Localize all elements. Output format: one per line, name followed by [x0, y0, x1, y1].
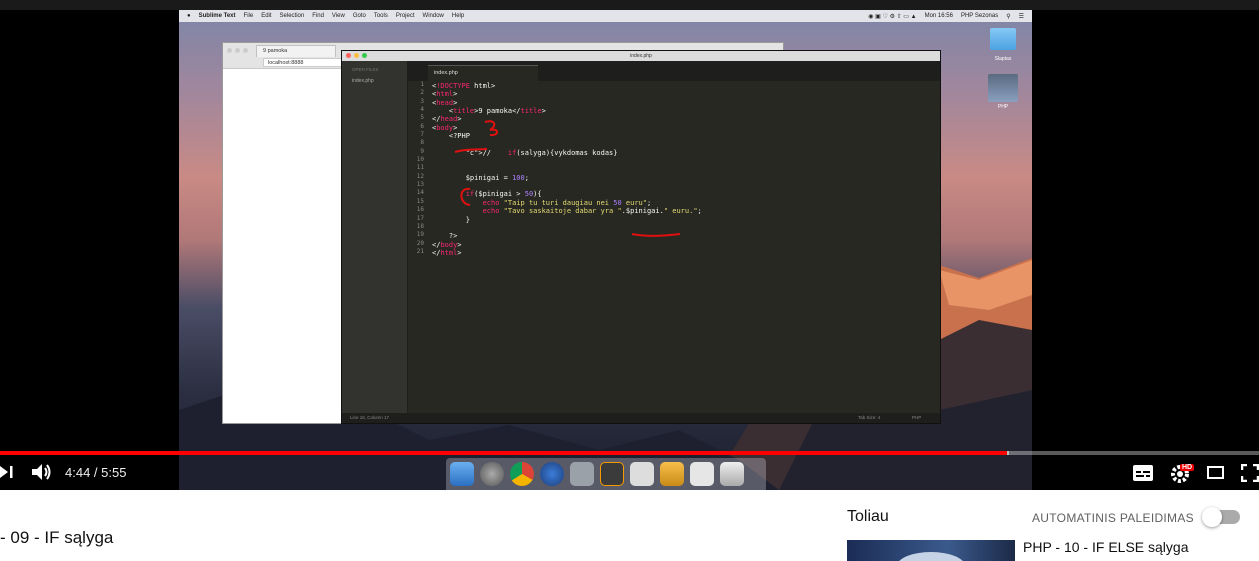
hd-badge: HD: [1180, 464, 1195, 471]
menu-goto[interactable]: Goto: [353, 13, 366, 19]
next-video-title[interactable]: PHP - 10 - IF ELSE sąlyga: [1023, 539, 1188, 555]
menu-clock: Mon 16:56: [924, 13, 953, 19]
autoplay-label: AUTOMATINIS PALEIDIMAS: [1032, 511, 1194, 525]
apple-icon[interactable]: ●: [187, 13, 191, 19]
progress-bar[interactable]: [0, 451, 1259, 455]
volume-icon[interactable]: [31, 462, 53, 482]
video-frame-desktop: ● Sublime Text File Edit Selection Find …: [179, 10, 1032, 490]
next-icon[interactable]: [0, 464, 14, 480]
menu-app-name[interactable]: Sublime Text: [199, 13, 236, 19]
video-title: - 09 - IF sąlyga: [0, 528, 114, 547]
sublime-text-window: index.php OPEN FILES index.php index.php…: [341, 50, 941, 424]
menu-user[interactable]: PHP Sezonas: [961, 13, 998, 19]
up-next-label: Toliau: [847, 508, 889, 525]
browser-tab-title: 9 pamoka: [263, 48, 288, 54]
time-display: 4:44 / 5:55: [65, 465, 127, 480]
next-video-thumbnail[interactable]: [847, 540, 1015, 561]
top-strip: [0, 0, 1259, 10]
list-icon[interactable]: ☰: [1019, 13, 1024, 20]
search-icon[interactable]: ⚲: [1006, 13, 1010, 20]
address-bar-url: localhost:8888: [268, 60, 304, 66]
red-annotations: [454, 120, 681, 237]
menu-tools[interactable]: Tools: [374, 13, 388, 19]
menu-help[interactable]: Help: [452, 13, 464, 19]
minimize-icon[interactable]: [235, 48, 240, 53]
theater-mode-icon[interactable]: [1207, 466, 1225, 480]
desktop-icon-label-1: PHP: [997, 104, 1009, 110]
browser-tab[interactable]: 9 pamoka: [256, 45, 336, 57]
close-icon[interactable]: [227, 48, 232, 53]
menu-selection[interactable]: Selection: [280, 13, 305, 19]
mac-menu-bar: ● Sublime Text File Edit Selection Find …: [179, 10, 1032, 22]
progress-scrubber[interactable]: [1007, 451, 1010, 455]
folder-icon[interactable]: [990, 28, 1016, 50]
menu-file[interactable]: File: [244, 13, 254, 19]
progress-played: [0, 451, 1008, 455]
status-icons: ◉ ▣ ♡ ⚙ ⇧ ▭ ▲: [868, 13, 917, 20]
desktop-icon-label-0: Slaptas: [994, 56, 1012, 62]
folder-icon-php[interactable]: [988, 74, 1018, 102]
menu-project[interactable]: Project: [396, 13, 415, 19]
subtitles-icon[interactable]: [1133, 465, 1153, 481]
toggle-knob: [1202, 507, 1222, 527]
player-controls: 4:44 / 5:55 HD: [0, 456, 1259, 490]
menu-edit[interactable]: Edit: [261, 13, 271, 19]
video-player[interactable]: ● Sublime Text File Edit Selection Find …: [0, 0, 1259, 490]
thumbnail-art: [899, 552, 963, 561]
zoom-icon[interactable]: [243, 48, 248, 53]
menu-view[interactable]: View: [332, 13, 345, 19]
menu-window[interactable]: Window: [423, 13, 444, 19]
menu-find[interactable]: Find: [312, 13, 324, 19]
fullscreen-icon[interactable]: [1241, 464, 1259, 482]
autoplay-toggle[interactable]: [1202, 507, 1240, 527]
